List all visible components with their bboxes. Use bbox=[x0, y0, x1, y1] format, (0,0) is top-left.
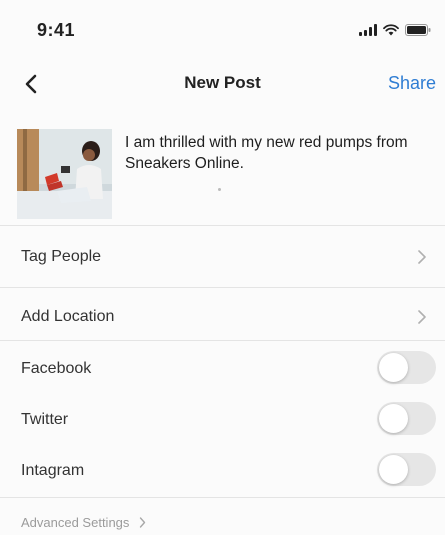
advanced-settings-link[interactable]: Advanced Settings bbox=[21, 515, 146, 530]
wifi-icon bbox=[383, 24, 399, 36]
toggle-knob bbox=[379, 353, 408, 382]
signal-icon bbox=[359, 24, 377, 36]
add-location-label: Add Location bbox=[21, 308, 115, 325]
chevron-right-icon bbox=[418, 250, 426, 264]
twitter-label: Twitter bbox=[21, 411, 69, 428]
chevron-right-icon bbox=[418, 310, 426, 324]
share-button[interactable]: Share bbox=[388, 73, 436, 94]
new-post-screen: 9:41 New Post Share I am thrilled with m… bbox=[0, 0, 445, 535]
add-location-row[interactable]: Add Location bbox=[0, 288, 445, 340]
post-composer: I am thrilled with my new red pumps from… bbox=[0, 118, 445, 226]
instagram-toggle[interactable] bbox=[377, 453, 436, 486]
post-thumbnail[interactable] bbox=[17, 129, 112, 219]
post-caption[interactable]: I am thrilled with my new red pumps from… bbox=[125, 132, 425, 174]
advanced-settings-label: Advanced Settings bbox=[21, 515, 130, 530]
page-title: New Post bbox=[184, 73, 261, 92]
toggle-knob bbox=[379, 455, 408, 484]
status-time: 9:41 bbox=[37, 20, 76, 40]
status-icons bbox=[359, 24, 431, 36]
instagram-label: Intagram bbox=[21, 462, 85, 479]
tag-people-label: Tag People bbox=[21, 248, 102, 265]
tag-people-row[interactable]: Tag People bbox=[0, 227, 445, 287]
facebook-toggle[interactable] bbox=[377, 351, 436, 384]
share-twitter-row: Twitter bbox=[0, 393, 445, 443]
share-instagram-row: Intagram bbox=[0, 443, 445, 497]
caption-cursor-dot bbox=[218, 188, 221, 191]
status-bar: 9:41 bbox=[0, 0, 445, 60]
battery-icon bbox=[405, 24, 431, 36]
share-facebook-row: Facebook bbox=[0, 341, 445, 393]
nav-bar: New Post Share bbox=[0, 62, 445, 106]
twitter-toggle[interactable] bbox=[377, 402, 436, 435]
toggle-knob bbox=[379, 404, 408, 433]
divider bbox=[0, 497, 445, 498]
facebook-label: Facebook bbox=[21, 360, 92, 377]
chevron-right-icon bbox=[140, 517, 146, 528]
